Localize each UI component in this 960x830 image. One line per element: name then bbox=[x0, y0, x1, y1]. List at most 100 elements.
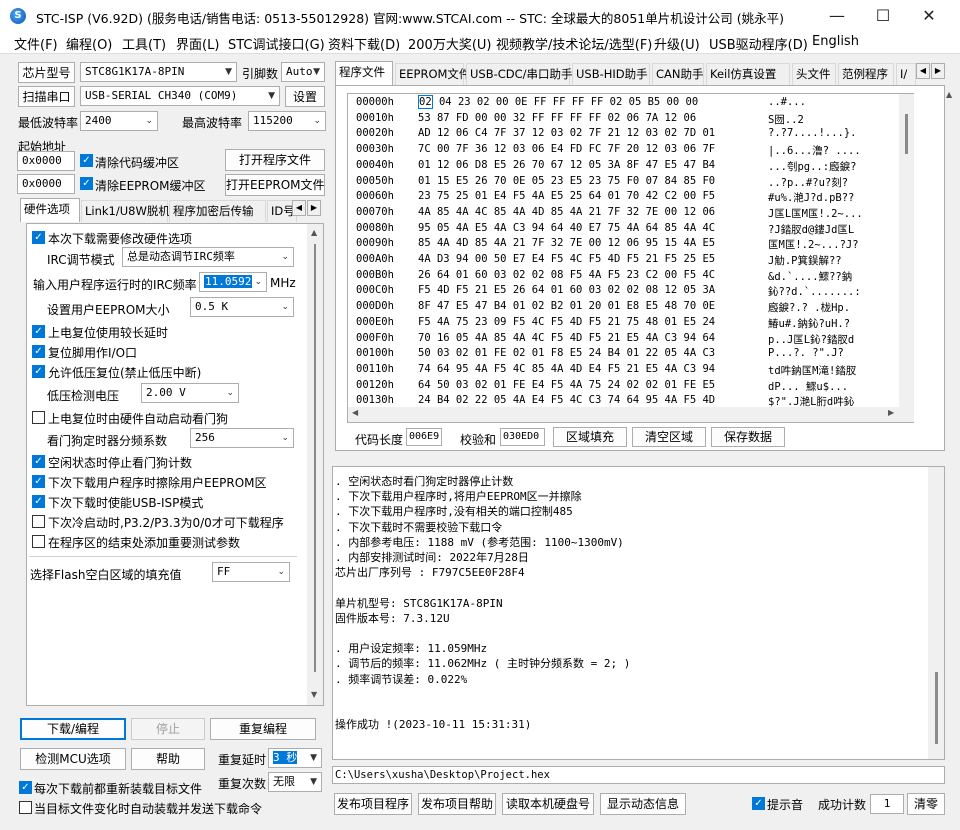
min-baud-select[interactable]: 2400 ⌄ bbox=[80, 111, 158, 131]
publish-help-button[interactable]: 发布项目帮助 bbox=[418, 793, 496, 815]
hex-horizontal-scrollbar[interactable]: ◀ ▶ bbox=[348, 407, 899, 422]
hex-address: 000D0h bbox=[356, 300, 394, 313]
port-settings-button[interactable]: 设置 bbox=[285, 86, 325, 107]
chip-model-select[interactable]: STC8G1K17A-8PIN ▼ bbox=[80, 62, 237, 82]
scroll-thumb[interactable] bbox=[935, 672, 938, 744]
code-start-address[interactable]: 0x0000 bbox=[17, 151, 75, 171]
hex-ascii: |..6...澛? .... bbox=[768, 145, 861, 158]
menu-usb-driver[interactable]: USB驱动程序(D) bbox=[709, 34, 808, 53]
irc-mode-select[interactable]: 总是动态调节IRC频率 ⌄ bbox=[122, 247, 294, 267]
chip-model-button[interactable]: 芯片型号 bbox=[18, 62, 75, 83]
clear-count-button[interactable]: 清零 bbox=[907, 793, 945, 815]
modify-hw-checkbox[interactable]: ✓ bbox=[32, 231, 45, 244]
low-voltage-select[interactable]: 2.00 V ⌄ bbox=[141, 383, 239, 403]
clear-code-label: 清除代码缓冲区 bbox=[95, 156, 180, 170]
cold-boot-checkbox[interactable] bbox=[32, 515, 45, 528]
maximize-button[interactable]: ☐ bbox=[860, 0, 906, 32]
pins-select[interactable]: Auto ▼ bbox=[281, 62, 325, 82]
minimize-button[interactable]: — bbox=[814, 0, 860, 32]
stop-button[interactable]: 停止 bbox=[131, 718, 205, 740]
port-select[interactable]: USB-SERIAL CH340 (COM9) ▼ bbox=[80, 86, 280, 106]
check-mcu-button[interactable]: 检测MCU选项 bbox=[20, 748, 126, 770]
tab-hardware-options[interactable]: 硬件选项 bbox=[20, 198, 80, 222]
hw-panel-scrollbar[interactable]: ▲ ▼ bbox=[307, 224, 323, 705]
tab-example-programs[interactable]: 范例程序 bbox=[838, 63, 894, 85]
sound-checkbox[interactable]: ✓ bbox=[752, 797, 765, 810]
tab-io[interactable]: I/ bbox=[896, 63, 916, 85]
menu-prize[interactable]: 200万大奖(U) bbox=[408, 34, 491, 53]
scroll-right-icon[interactable]: ▶ bbox=[888, 408, 894, 417]
tab-scroll-left-icon[interactable]: ◀ bbox=[292, 200, 306, 216]
scroll-left-icon[interactable]: ◀ bbox=[352, 408, 358, 417]
idle-wdt-checkbox[interactable]: ✓ bbox=[32, 455, 45, 468]
tab-scroll-right-icon[interactable]: ▶ bbox=[931, 63, 945, 79]
output-log[interactable]: . 空闲状态时看门狗定时器停止计数 . 下次下载用户程序时,将用户EEPROM区一… bbox=[332, 466, 945, 760]
save-data-button[interactable]: 保存数据 bbox=[711, 427, 785, 447]
max-baud-select[interactable]: 115200 ⌄ bbox=[248, 111, 326, 131]
tab-hid-assistant[interactable]: USB-HID助手 bbox=[572, 63, 650, 85]
menu-upgrade[interactable]: 升级(U) bbox=[654, 34, 700, 53]
menu-download-docs[interactable]: 资料下载(D) bbox=[328, 34, 400, 53]
tab-link1-u8w[interactable]: Link1/U8W脱机 bbox=[81, 200, 170, 222]
auto-watchdog-checkbox[interactable] bbox=[32, 411, 45, 424]
flash-fill-select[interactable]: FF ⌄ bbox=[212, 562, 290, 582]
menu-english[interactable]: English bbox=[812, 34, 859, 49]
irc-freq-select[interactable]: 11.0592 ⌄ bbox=[199, 272, 267, 292]
reload-before-download-checkbox[interactable]: ✓ bbox=[19, 781, 32, 794]
help-button[interactable]: 帮助 bbox=[131, 748, 205, 770]
hex-ascii: ...刳pg..:廏錑? bbox=[768, 160, 857, 173]
tab-scroll-left-icon[interactable]: ◀ bbox=[916, 63, 930, 79]
repeat-program-button[interactable]: 重复编程 bbox=[210, 718, 316, 740]
menu-file[interactable]: 文件(F) bbox=[14, 34, 58, 53]
eeprom-size-select[interactable]: 0.5 K ⌄ bbox=[190, 297, 294, 317]
test-params-checkbox[interactable] bbox=[32, 535, 45, 548]
auto-send-checkbox[interactable] bbox=[19, 801, 32, 814]
log-scrollbar[interactable] bbox=[928, 467, 944, 759]
repeat-count-select[interactable]: 无限 ▼ bbox=[268, 772, 322, 792]
tab-encrypted-transfer[interactable]: 程序加密后传输 bbox=[169, 200, 266, 222]
clear-eeprom-checkbox[interactable]: ✓ bbox=[80, 177, 93, 190]
scroll-thumb[interactable] bbox=[905, 114, 908, 154]
fill-region-button[interactable]: 区域填充 bbox=[553, 427, 627, 447]
hex-viewer[interactable]: 00000h 02 04 23 02 00 0E FF FF FF FF 02 0… bbox=[347, 93, 914, 423]
open-eeprom-button[interactable]: 打开EEPROM文件 bbox=[225, 174, 325, 196]
scroll-thumb[interactable] bbox=[314, 244, 316, 672]
usb-isp-checkbox[interactable]: ✓ bbox=[32, 495, 45, 508]
eeprom-start-address[interactable]: 0x0000 bbox=[17, 174, 75, 194]
tab-eeprom-file[interactable]: EEPROM文件 bbox=[395, 63, 470, 85]
download-program-button[interactable]: 下载/编程 bbox=[20, 718, 126, 740]
hex-vertical-scrollbar[interactable] bbox=[899, 94, 914, 422]
menu-debug[interactable]: STC调试接口(G) bbox=[228, 34, 325, 53]
tab-header-file[interactable]: 头文件 bbox=[792, 63, 836, 85]
hex-bytes: 01 12 06 D8 E5 26 70 67 12 05 3A 8F 47 E… bbox=[418, 158, 716, 171]
reset-io-checkbox[interactable]: ✓ bbox=[32, 345, 45, 358]
tab-scroll-right-icon[interactable]: ▶ bbox=[307, 200, 321, 216]
scan-port-button[interactable]: 扫描串口 bbox=[18, 86, 75, 107]
hex-ascii: 匤M匤!.2~...?J? bbox=[768, 239, 859, 252]
hex-bytes: 8F 47 E5 47 B4 01 02 B2 01 20 01 E8 E5 4… bbox=[418, 300, 716, 313]
publish-project-button[interactable]: 发布项目程序 bbox=[334, 793, 412, 815]
long-delay-checkbox[interactable]: ✓ bbox=[32, 325, 45, 338]
menu-program[interactable]: 编程(O) bbox=[66, 34, 112, 53]
wdt-divider-select[interactable]: 256 ⌄ bbox=[190, 428, 294, 448]
open-program-button[interactable]: 打开程序文件 bbox=[225, 149, 325, 171]
tab-serial-assistant[interactable]: USB-CDC/串口助手 bbox=[466, 63, 573, 85]
tab-can-assistant[interactable]: CAN助手 bbox=[652, 63, 704, 85]
scroll-up-icon[interactable]: ▲ bbox=[311, 228, 317, 237]
hex-bytes: 01 15 E5 26 70 0E 05 23 E5 23 75 F0 07 8… bbox=[418, 174, 716, 187]
menu-tools[interactable]: 工具(T) bbox=[122, 34, 166, 53]
menu-video[interactable]: 视频教学/技术论坛/选型(F) bbox=[496, 34, 652, 53]
close-button[interactable]: ✕ bbox=[906, 0, 952, 32]
tab-keil-settings[interactable]: Keil仿真设置 bbox=[706, 63, 790, 85]
repeat-delay-select[interactable]: 3 秒 ▼ bbox=[268, 748, 322, 768]
low-voltage-reset-checkbox[interactable]: ✓ bbox=[32, 365, 45, 378]
menu-interface[interactable]: 界面(L) bbox=[176, 34, 219, 53]
show-dynamic-info-button[interactable]: 显示动态信息 bbox=[600, 793, 686, 815]
clear-code-checkbox[interactable]: ✓ bbox=[80, 154, 93, 167]
panel-scroll-up-icon[interactable]: ▲ bbox=[946, 90, 952, 99]
clear-region-button[interactable]: 清空区域 bbox=[632, 427, 706, 447]
scroll-down-icon[interactable]: ▼ bbox=[311, 690, 317, 699]
erase-eeprom-checkbox[interactable]: ✓ bbox=[32, 475, 45, 488]
read-disk-id-button[interactable]: 读取本机硬盘号 bbox=[502, 793, 594, 815]
tab-program-file[interactable]: 程序文件 bbox=[335, 61, 393, 85]
